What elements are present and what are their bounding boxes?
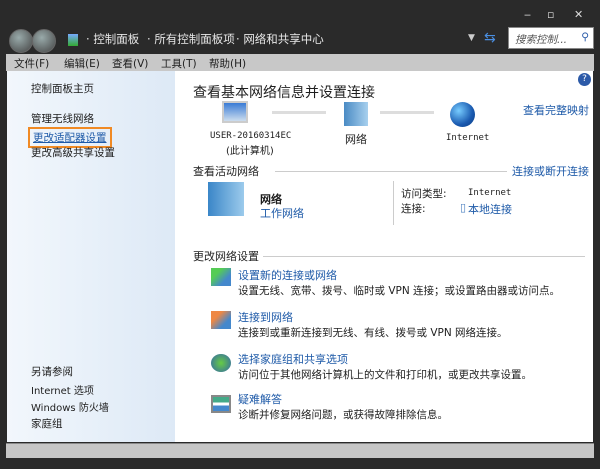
see-also-firewall[interactable]: Windows 防火墙 [31, 399, 109, 414]
refresh-icon[interactable]: ⇆ [484, 30, 496, 46]
connect-network-link[interactable]: 连接到网络 [238, 309, 293, 325]
breadcrumb-all-items[interactable]: · 所有控制面板项 [147, 31, 235, 47]
breadcrumb-control-panel[interactable]: · 控制面板 [86, 31, 139, 47]
computer-icon [222, 101, 248, 123]
see-also-title: 另请参阅 [31, 366, 73, 378]
new-connection-icon [211, 268, 231, 286]
sidebar: 控制面板主页 管理无线网络 更改适配器设置 更改高级共享设置 另请参阅 Inte… [7, 71, 175, 442]
menu-tools[interactable]: 工具(T) [161, 56, 197, 71]
troubleshoot-desc: 诊断并修复网络问题，或获得故障排除信息。 [238, 409, 448, 421]
homegroup-icon [211, 354, 231, 372]
network-center-icon [68, 34, 78, 46]
sidebar-item-wireless[interactable]: 管理无线网络 [31, 111, 94, 126]
menu-edit[interactable]: 编辑(E) [64, 56, 100, 71]
local-connection-link[interactable]: 本地连接 [468, 201, 512, 217]
page-title: 查看基本网络信息并设置连接 [193, 85, 375, 101]
connect-network-icon [211, 311, 231, 329]
setup-connection-desc: 设置无线、宽带、拨号、临时或 VPN 连接；或设置路由器或访问点。 [238, 285, 561, 297]
access-type-label: 访问类型: [401, 188, 447, 200]
status-bar [6, 443, 594, 458]
maximize-button[interactable]: ▫ [547, 8, 554, 21]
menu-file[interactable]: 文件(F) [14, 56, 49, 71]
network-icon [344, 102, 368, 126]
connect-disconnect-link[interactable]: 连接或断开连接 [512, 163, 589, 179]
network-type-link[interactable]: 工作网络 [260, 205, 304, 221]
ethernet-icon: ▯ [460, 201, 467, 214]
menu-help[interactable]: 帮助(H) [209, 56, 246, 71]
search-icon[interactable]: ⚲ [581, 31, 589, 43]
troubleshoot-link[interactable]: 疑难解答 [238, 391, 282, 407]
computer-name: USER-20160314EC [210, 131, 292, 141]
setup-connection-link[interactable]: 设置新的连接或网络 [238, 267, 337, 283]
see-also-internet-options[interactable]: Internet 选项 [31, 382, 94, 397]
active-network-icon [208, 182, 244, 216]
active-networks-title: 查看活动网络 [193, 165, 259, 178]
change-settings-title: 更改网络设置 [193, 250, 259, 263]
troubleshoot-icon [211, 395, 231, 413]
sidebar-item-advanced-sharing[interactable]: 更改高级共享设置 [31, 145, 115, 160]
computer-sub: (此计算机) [226, 146, 274, 157]
close-button[interactable]: ✕ [574, 8, 583, 21]
see-also-homegroup[interactable]: 家庭组 [31, 416, 63, 431]
menu-bar: 文件(F) 编辑(E) 查看(V) 工具(T) 帮助(H) [6, 54, 594, 71]
homegroup-link[interactable]: 选择家庭组和共享选项 [238, 351, 348, 367]
homegroup-desc: 访问位于其他网络计算机上的文件和打印机，或更改共享设置。 [238, 369, 532, 381]
menu-view[interactable]: 查看(V) [112, 56, 148, 71]
network-label: 网络 [345, 133, 367, 146]
history-dropdown-icon[interactable]: ▼ [468, 33, 475, 43]
access-type-value: Internet [468, 188, 512, 198]
view-full-map-link[interactable]: 查看完整映射 [523, 102, 589, 118]
search-input[interactable]: 搜索控制... ⚲ [508, 27, 594, 49]
internet-globe-icon [450, 102, 475, 127]
minimize-button[interactable]: ‒ [524, 8, 531, 21]
help-icon[interactable]: ? [578, 73, 591, 86]
internet-label: Internet [446, 133, 490, 143]
sidebar-home[interactable]: 控制面板主页 [31, 81, 94, 96]
connect-network-desc: 连接到或重新连接到无线、有线、拨号或 VPN 网络连接。 [238, 327, 508, 339]
back-button[interactable] [9, 29, 33, 53]
main-content: ? 查看基本网络信息并设置连接 查看完整映射 USER-20160314EC (… [175, 71, 593, 442]
forward-button[interactable] [32, 29, 56, 53]
breadcrumb-network-center[interactable]: · 网络和共享中心 [236, 31, 324, 47]
connection-label: 连接: [401, 203, 426, 215]
